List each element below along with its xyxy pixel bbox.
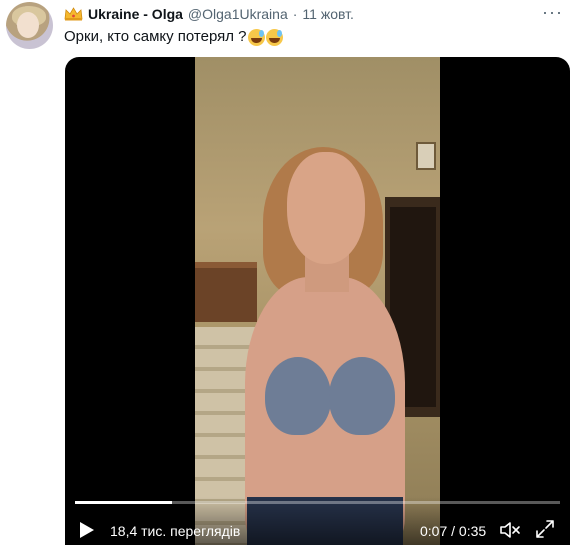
grinning-sweat-emoji-icon xyxy=(265,28,283,46)
progress-fill xyxy=(75,501,172,504)
person-head xyxy=(287,152,365,264)
more-dots-icon[interactable]: ··· xyxy=(542,2,563,23)
fullscreen-icon[interactable] xyxy=(535,519,555,539)
display-name[interactable]: Ukraine - Olga xyxy=(88,6,183,22)
separator: · xyxy=(292,6,298,22)
mute-icon[interactable] xyxy=(499,520,521,540)
crown-icon xyxy=(64,7,83,21)
clothing-right xyxy=(329,357,395,435)
grinning-sweat-emoji-icon xyxy=(247,28,265,46)
avatar-face xyxy=(17,12,39,38)
tweet-date[interactable]: 11 жовт. xyxy=(302,6,353,22)
tweet-header: Ukraine - Olga @Olga1Ukraina · 11 жовт. xyxy=(64,4,354,24)
user-handle[interactable]: @Olga1Ukraina xyxy=(188,6,288,22)
play-icon[interactable] xyxy=(79,521,95,539)
video-frame xyxy=(195,57,440,545)
progress-bar[interactable] xyxy=(75,501,560,504)
clothing-left xyxy=(265,357,331,435)
avatar[interactable] xyxy=(6,2,53,49)
playback-time: 0:07 / 0:35 xyxy=(420,523,487,539)
video-controls: 18,4 тис. переглядів 0:07 / 0:35 xyxy=(65,497,570,545)
tweet-text: Орки, кто самку потерял ? xyxy=(64,27,283,47)
video-player[interactable]: 18,4 тис. переглядів 0:07 / 0:35 xyxy=(65,57,570,545)
background-shelf xyxy=(195,262,257,322)
tweet-text-content: Орки, кто самку потерял ? xyxy=(64,28,247,45)
wall-clock xyxy=(416,142,436,170)
view-count: 18,4 тис. переглядів xyxy=(110,523,241,539)
